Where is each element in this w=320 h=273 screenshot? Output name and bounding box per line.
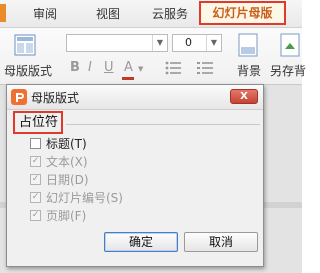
- master-layout-label[interactable]: 母版版式: [4, 62, 52, 79]
- checkbox-box[interactable]: ✓: [30, 156, 41, 167]
- checkbox-box[interactable]: ✓: [30, 210, 41, 221]
- tab-view[interactable]: 视图: [96, 5, 120, 23]
- save-background-icon[interactable]: [280, 33, 300, 57]
- dialog-titlebar[interactable]: 母版版式 X: [7, 85, 263, 110]
- bullet-list-icon[interactable]: [164, 60, 182, 76]
- checkbox-box[interactable]: ✓: [30, 192, 41, 203]
- checkbox-label: 标题(T): [46, 137, 87, 151]
- italic-button[interactable]: I: [88, 60, 92, 75]
- tab-left-edge: [0, 4, 6, 22]
- tab-review[interactable]: 审阅: [33, 5, 57, 23]
- checkbox-label: 页脚(F): [46, 209, 87, 223]
- bold-button[interactable]: B: [70, 60, 80, 75]
- close-button[interactable]: X: [230, 89, 258, 104]
- font-color-bar: [122, 77, 134, 80]
- tab-cloud-service[interactable]: 云服务: [152, 5, 188, 23]
- save-background-label[interactable]: 另存背: [270, 62, 306, 79]
- checkbox-box[interactable]: ✓: [30, 174, 41, 185]
- font-color-button[interactable]: A: [124, 60, 133, 75]
- chevron-down-icon[interactable]: ▼: [206, 35, 221, 51]
- tab-slide-master[interactable]: 幻灯片母版: [199, 1, 286, 25]
- master-layout-icon[interactable]: [14, 34, 36, 56]
- group-divider: [66, 124, 260, 125]
- chevron-down-icon[interactable]: ▼: [138, 65, 143, 73]
- chevron-down-icon[interactable]: ▼: [152, 35, 167, 51]
- checkbox-box[interactable]: [30, 138, 41, 149]
- numbered-list-icon[interactable]: [196, 60, 214, 76]
- ribbon-tab-bar: 审阅 视图 云服务 幻灯片母版: [0, 0, 302, 28]
- underline-button[interactable]: U: [104, 60, 114, 75]
- background-label[interactable]: 背景: [237, 62, 261, 79]
- background-icon[interactable]: [238, 33, 258, 57]
- font-size-value: 0: [185, 36, 192, 49]
- ok-button[interactable]: 确定: [104, 232, 178, 252]
- checkbox-label: 文本(X): [46, 155, 88, 169]
- checkbox-label: 幻灯片编号(S): [46, 191, 123, 205]
- font-size-combo[interactable]: 0 ▼: [172, 34, 222, 52]
- font-name-combo[interactable]: ▼: [66, 34, 168, 52]
- dialog-title: 母版版式: [31, 91, 80, 105]
- cancel-button[interactable]: 取消: [184, 232, 258, 252]
- ribbon-toolbar: 母版版式 ▼ 0 ▼ B I U A ▼ 背景 另存背: [0, 28, 306, 85]
- placeholder-group-label: 占位符: [13, 111, 63, 134]
- checkbox-label: 日期(D): [46, 173, 89, 187]
- app-logo-icon: [11, 89, 27, 105]
